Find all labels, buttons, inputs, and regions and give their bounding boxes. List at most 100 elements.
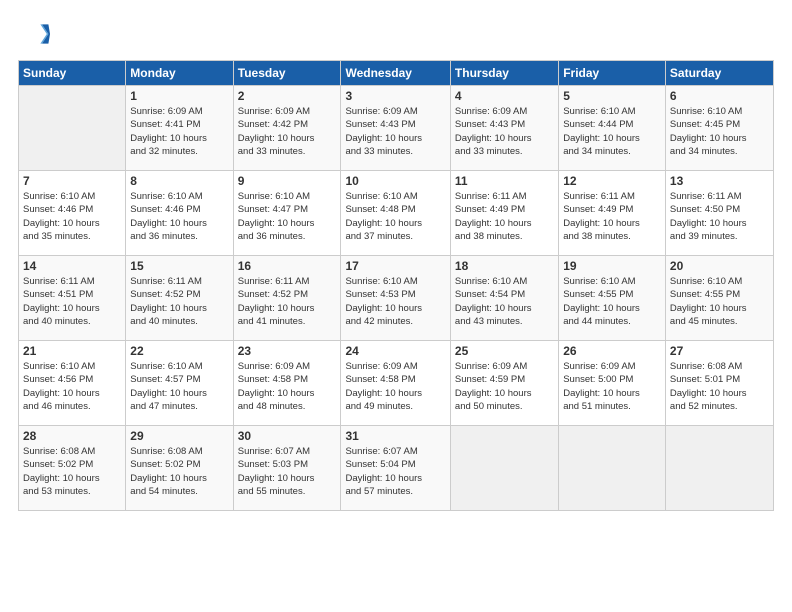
day-number: 21 [23, 344, 121, 358]
calendar-cell: 26 Sunrise: 6:09 AM Sunset: 5:00 PM Dayli… [559, 341, 666, 426]
day-number: 6 [670, 89, 769, 103]
calendar-cell: 9 Sunrise: 6:10 AM Sunset: 4:47 PM Daylig… [233, 171, 341, 256]
calendar-cell: 11 Sunrise: 6:11 AM Sunset: 4:49 PM Dayli… [450, 171, 558, 256]
calendar-cell: 23 Sunrise: 6:09 AM Sunset: 4:58 PM Dayli… [233, 341, 341, 426]
calendar-cell: 25 Sunrise: 6:09 AM Sunset: 4:59 PM Dayli… [450, 341, 558, 426]
day-number: 17 [345, 259, 445, 273]
calendar-cell: 31 Sunrise: 6:07 AM Sunset: 5:04 PM Dayli… [341, 426, 450, 511]
day-number: 15 [130, 259, 228, 273]
calendar-cell: 20 Sunrise: 6:10 AM Sunset: 4:55 PM Dayli… [665, 256, 773, 341]
day-number: 18 [455, 259, 554, 273]
day-info: Sunrise: 6:10 AM Sunset: 4:55 PM Dayligh… [563, 275, 661, 328]
calendar-cell: 1 Sunrise: 6:09 AM Sunset: 4:41 PM Daylig… [126, 86, 233, 171]
col-header-monday: Monday [126, 61, 233, 86]
day-info: Sunrise: 6:11 AM Sunset: 4:52 PM Dayligh… [238, 275, 337, 328]
day-info: Sunrise: 6:08 AM Sunset: 5:02 PM Dayligh… [130, 445, 228, 498]
day-number: 1 [130, 89, 228, 103]
day-number: 3 [345, 89, 445, 103]
day-number: 19 [563, 259, 661, 273]
page: SundayMondayTuesdayWednesdayThursdayFrid… [0, 0, 792, 612]
day-number: 9 [238, 174, 337, 188]
calendar-cell: 12 Sunrise: 6:11 AM Sunset: 4:49 PM Dayli… [559, 171, 666, 256]
calendar-cell: 21 Sunrise: 6:10 AM Sunset: 4:56 PM Dayli… [19, 341, 126, 426]
day-info: Sunrise: 6:09 AM Sunset: 4:58 PM Dayligh… [345, 360, 445, 413]
day-info: Sunrise: 6:10 AM Sunset: 4:47 PM Dayligh… [238, 190, 337, 243]
day-info: Sunrise: 6:11 AM Sunset: 4:52 PM Dayligh… [130, 275, 228, 328]
calendar-cell [450, 426, 558, 511]
week-row-4: 21 Sunrise: 6:10 AM Sunset: 4:56 PM Dayli… [19, 341, 774, 426]
day-info: Sunrise: 6:10 AM Sunset: 4:44 PM Dayligh… [563, 105, 661, 158]
day-info: Sunrise: 6:09 AM Sunset: 4:41 PM Dayligh… [130, 105, 228, 158]
day-number: 22 [130, 344, 228, 358]
col-header-sunday: Sunday [19, 61, 126, 86]
day-info: Sunrise: 6:09 AM Sunset: 4:43 PM Dayligh… [455, 105, 554, 158]
calendar-cell: 6 Sunrise: 6:10 AM Sunset: 4:45 PM Daylig… [665, 86, 773, 171]
calendar-cell: 16Sunrise: 6:11 AM Sunset: 4:52 PM Dayli… [233, 256, 341, 341]
day-number: 25 [455, 344, 554, 358]
day-number: 2 [238, 89, 337, 103]
calendar-cell: 2 Sunrise: 6:09 AM Sunset: 4:42 PM Daylig… [233, 86, 341, 171]
day-info: Sunrise: 6:07 AM Sunset: 5:03 PM Dayligh… [238, 445, 337, 498]
day-info: Sunrise: 6:10 AM Sunset: 4:45 PM Dayligh… [670, 105, 769, 158]
calendar-cell: 15 Sunrise: 6:11 AM Sunset: 4:52 PM Dayli… [126, 256, 233, 341]
week-row-5: 28 Sunrise: 6:08 AM Sunset: 5:02 PM Dayli… [19, 426, 774, 511]
calendar-cell [559, 426, 666, 511]
day-info: Sunrise: 6:09 AM Sunset: 4:43 PM Dayligh… [345, 105, 445, 158]
day-number: 26 [563, 344, 661, 358]
day-number: 10 [345, 174, 445, 188]
day-info: Sunrise: 6:10 AM Sunset: 4:46 PM Dayligh… [130, 190, 228, 243]
day-info: Sunrise: 6:10 AM Sunset: 4:57 PM Dayligh… [130, 360, 228, 413]
day-info: Sunrise: 6:09 AM Sunset: 4:58 PM Dayligh… [238, 360, 337, 413]
calendar-cell: 4 Sunrise: 6:09 AM Sunset: 4:43 PM Daylig… [450, 86, 558, 171]
day-number: 23 [238, 344, 337, 358]
day-info: Sunrise: 6:11 AM Sunset: 4:50 PM Dayligh… [670, 190, 769, 243]
calendar-cell: 13Sunrise: 6:11 AM Sunset: 4:50 PM Dayli… [665, 171, 773, 256]
day-number: 29 [130, 429, 228, 443]
day-info: Sunrise: 6:10 AM Sunset: 4:54 PM Dayligh… [455, 275, 554, 328]
day-info: Sunrise: 6:10 AM Sunset: 4:55 PM Dayligh… [670, 275, 769, 328]
day-number: 7 [23, 174, 121, 188]
day-info: Sunrise: 6:10 AM Sunset: 4:56 PM Dayligh… [23, 360, 121, 413]
calendar-cell: 5 Sunrise: 6:10 AM Sunset: 4:44 PM Daylig… [559, 86, 666, 171]
calendar-cell: 14Sunrise: 6:11 AM Sunset: 4:51 PM Dayli… [19, 256, 126, 341]
week-row-1: 1 Sunrise: 6:09 AM Sunset: 4:41 PM Daylig… [19, 86, 774, 171]
col-header-friday: Friday [559, 61, 666, 86]
day-info: Sunrise: 6:09 AM Sunset: 4:59 PM Dayligh… [455, 360, 554, 413]
day-info: Sunrise: 6:09 AM Sunset: 5:00 PM Dayligh… [563, 360, 661, 413]
day-info: Sunrise: 6:11 AM Sunset: 4:51 PM Dayligh… [23, 275, 121, 328]
calendar-cell: 22 Sunrise: 6:10 AM Sunset: 4:57 PM Dayli… [126, 341, 233, 426]
calendar-cell: 10Sunrise: 6:10 AM Sunset: 4:48 PM Dayli… [341, 171, 450, 256]
col-header-tuesday: Tuesday [233, 61, 341, 86]
day-number: 30 [238, 429, 337, 443]
calendar-cell [665, 426, 773, 511]
day-info: Sunrise: 6:10 AM Sunset: 4:53 PM Dayligh… [345, 275, 445, 328]
calendar-cell: 24Sunrise: 6:09 AM Sunset: 4:58 PM Dayli… [341, 341, 450, 426]
day-number: 31 [345, 429, 445, 443]
day-number: 20 [670, 259, 769, 273]
day-number: 27 [670, 344, 769, 358]
calendar-table: SundayMondayTuesdayWednesdayThursdayFrid… [18, 60, 774, 511]
calendar-cell: 30 Sunrise: 6:07 AM Sunset: 5:03 PM Dayli… [233, 426, 341, 511]
day-info: Sunrise: 6:09 AM Sunset: 4:42 PM Dayligh… [238, 105, 337, 158]
logo [18, 18, 54, 50]
day-info: Sunrise: 6:07 AM Sunset: 5:04 PM Dayligh… [345, 445, 445, 498]
calendar-cell: 19 Sunrise: 6:10 AM Sunset: 4:55 PM Dayli… [559, 256, 666, 341]
day-number: 4 [455, 89, 554, 103]
calendar-cell: 28 Sunrise: 6:08 AM Sunset: 5:02 PM Dayli… [19, 426, 126, 511]
day-number: 5 [563, 89, 661, 103]
day-info: Sunrise: 6:11 AM Sunset: 4:49 PM Dayligh… [563, 190, 661, 243]
week-row-2: 7 Sunrise: 6:10 AM Sunset: 4:46 PM Daylig… [19, 171, 774, 256]
day-info: Sunrise: 6:08 AM Sunset: 5:02 PM Dayligh… [23, 445, 121, 498]
day-number: 11 [455, 174, 554, 188]
day-info: Sunrise: 6:11 AM Sunset: 4:49 PM Dayligh… [455, 190, 554, 243]
day-number: 12 [563, 174, 661, 188]
col-header-saturday: Saturday [665, 61, 773, 86]
day-number: 28 [23, 429, 121, 443]
day-number: 8 [130, 174, 228, 188]
col-header-wednesday: Wednesday [341, 61, 450, 86]
calendar-cell: 29 Sunrise: 6:08 AM Sunset: 5:02 PM Dayli… [126, 426, 233, 511]
calendar-cell: 18 Sunrise: 6:10 AM Sunset: 4:54 PM Dayli… [450, 256, 558, 341]
week-row-3: 14Sunrise: 6:11 AM Sunset: 4:51 PM Dayli… [19, 256, 774, 341]
calendar-cell: 27Sunrise: 6:08 AM Sunset: 5:01 PM Dayli… [665, 341, 773, 426]
col-header-thursday: Thursday [450, 61, 558, 86]
